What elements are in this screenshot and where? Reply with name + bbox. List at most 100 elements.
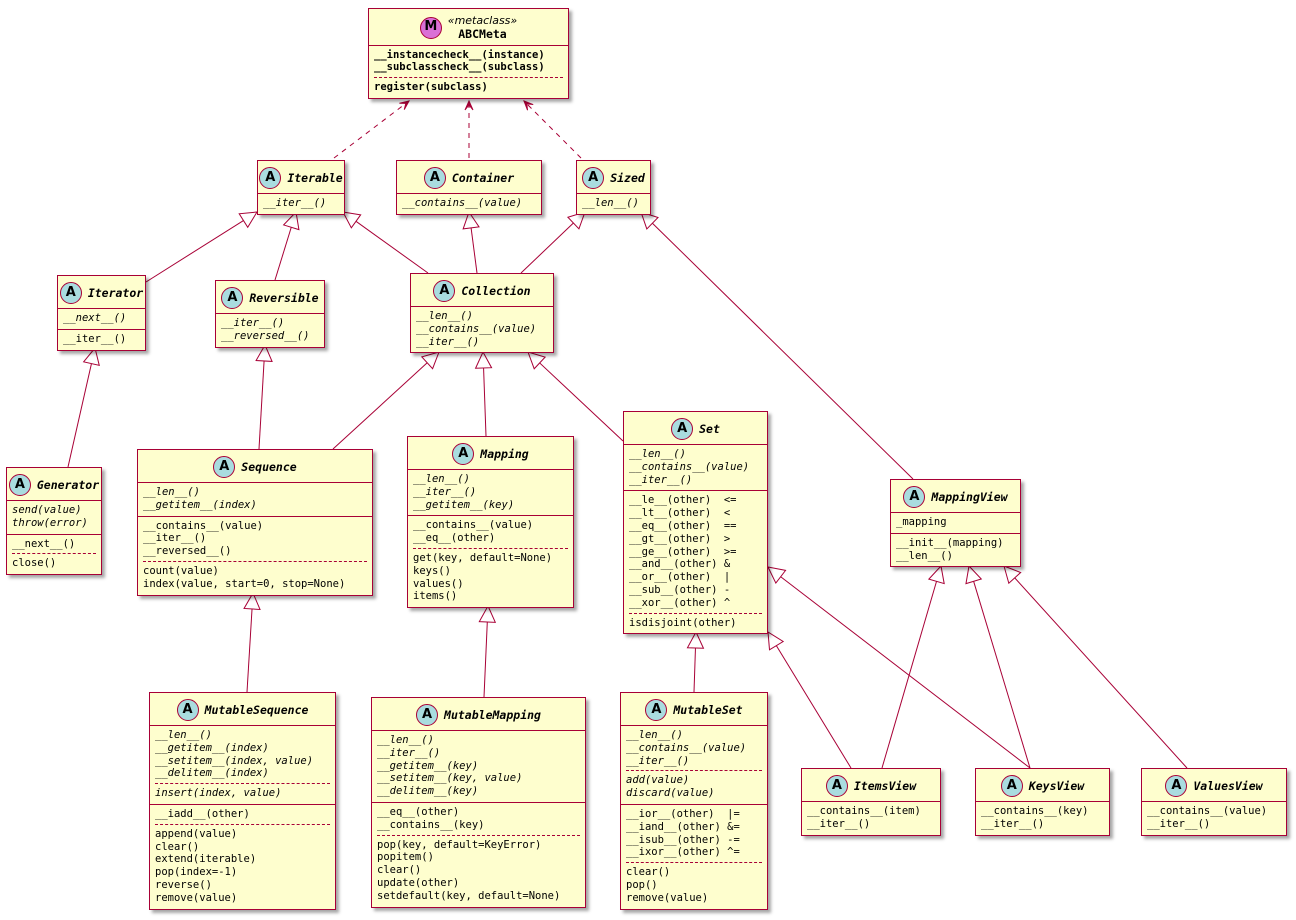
class-iterable: A Iterable __iter__() [257,160,345,215]
member-group: __instancecheck__(instance) __subclassche… [374,49,563,75]
inheritance-edge-keysview-to-mappingview [965,564,1031,769]
member: __ge__(other) >= [629,545,737,558]
member: extend(iterable) [155,853,257,866]
member: __gt__(other) > [629,532,731,545]
class-name: ValuesView [1193,778,1263,793]
dependency-edge-sized-to-abcmeta [523,100,582,159]
class-compartment: __le__(other) <= __lt__(other) < __eq__(ot… [624,490,767,633]
member: __contains__(value) [143,519,264,532]
member: __contains__(key) [981,805,1089,817]
abstract-class-badge-icon: A [903,486,926,508]
inheritance-arrowhead-icon [342,211,362,229]
member: __iter__() [1147,817,1211,830]
member-group: insert(index, value) [155,783,330,800]
abstract-member: __delitem__(key) [377,785,479,798]
class-compartment: __len__() [577,193,650,214]
class-compartment: send(value) throw(error) [7,500,101,534]
class-compartment: __iter__() __reversed__() [216,313,324,347]
class-name: ItemsView [853,778,917,793]
inheritance-arrowhead-icon [767,566,787,585]
class-header: A Iterator [58,276,145,308]
abstract-member: __reversed__() [221,329,310,342]
member-group: __iter__() [63,333,140,346]
inheritance-edge-collection-to-container [462,210,480,274]
member: pop(index=-1) [155,866,238,879]
class-name: Iterator [87,285,144,300]
class-header: A MutableSet [621,693,767,725]
class-compartment: __next__() [58,308,145,329]
member: __xor__(other) ^ [629,596,731,609]
class-compartment: __len__() __contains__(value) __iter__() [624,444,767,490]
abstract-member: __setitem__(key, value) [377,772,523,785]
inheritance-arrowhead-icon [420,351,440,370]
inheritance-edge-iterator-to-iterable [145,211,258,283]
member: register(subclass) [374,81,488,94]
member: clear() [155,840,200,853]
class-keysview: A KeysView __contains__(key) __iter__() [975,768,1110,836]
member-group: count(value) index(value, start=0, stop=N… [143,560,367,591]
abstract-member: __iter__() [377,746,441,759]
inheritance-arrowhead-icon [686,630,705,649]
class-compartment: __len__() __iter__() __getitem__(key) __set… [372,730,585,802]
abstract-member: send(value) [12,504,82,516]
inheritance-edge-collection-to-sized [520,211,586,274]
member-group: __contains__(value) __iter__() __reversed_… [143,520,367,558]
member: __len__() [896,549,953,562]
class-compartment: __len__() __iter__() __getitem__(key) [408,469,573,515]
class-stereotype: «metaclass» [447,14,518,27]
abstract-member: __iter__() [629,473,693,486]
member: __iadd__(other) [155,807,250,820]
inheritance-arrowhead-icon [965,564,983,585]
abstract-member: add(value) [626,774,690,787]
member-group: __iter__() [263,197,339,210]
abstract-class-badge-icon: A [423,167,446,189]
inheritance-edge-mutablesequence-to-sequence [243,591,261,693]
member: __iter__() [807,817,871,830]
member: index(value, start=0, stop=None) [143,577,346,590]
member: remove(value) [626,891,709,904]
class-header: A MutableSequence [150,693,335,725]
abstract-class-badge-icon: A [416,704,439,726]
class-itemsview: A ItemsView __contains__(item) __iter__() [801,768,941,836]
member-group: _mapping [896,516,1015,529]
class-collection: A Collection __len__() __contains__(value) _… [410,273,554,354]
class-header: A MappingView [891,480,1020,512]
member: __iter__() [981,817,1045,830]
abstract-member: __setitem__(index, value) [155,754,314,767]
class-name: Sequence [241,459,297,474]
member: clear() [377,864,422,877]
member: __contains__(item) [807,805,921,817]
member: __ixor__(other) ^= [626,846,740,859]
abstract-member: __len__() [377,734,434,746]
inheritance-edge-sequence-to-reversible [255,343,273,450]
class-mutablesequence: A MutableSequence __len__() __getitem__(ind… [149,692,336,910]
member-group: __len__() __iter__() __getitem__(key) __set… [377,734,580,798]
member-group: send(value) throw(error) [12,504,96,530]
abstract-class-badge-icon: A [8,474,31,496]
member-group: close() [12,553,96,570]
class-compartment: __contains__(value) __iter__() __reversed_… [138,515,372,595]
abstract-class-badge-icon: A [213,456,236,478]
member-group: isdisjoint(other) [629,612,762,630]
member-group: append(value) clear() extend(iterable) pop(… [155,823,330,905]
inheritance-edge-itemsview-to-set [767,631,852,769]
class-reversible: A Reversible __iter__() __reversed__() [215,280,325,348]
member: __iand__(other) &= [626,820,740,833]
inheritance-arrowhead-icon [238,211,258,229]
class-abcmeta: M «metaclass» ABCMeta __instancecheck__(ins… [368,8,569,99]
member: __lt__(other) < [629,507,731,520]
abstract-class-badge-icon: A [1000,775,1023,797]
abstract-member: __next__() [63,312,127,324]
class-name: Mapping [480,446,529,461]
inheritance-edge-mutableset-to-set [686,630,705,693]
class-mapping: A Mapping __len__() __iter__() __getitem__(k… [407,436,574,609]
class-sequence: A Sequence __len__() __getitem__(index) __co… [137,449,373,596]
abstract-member: __len__() [582,197,639,209]
member: pop(key, default=KeyError) [377,838,542,851]
class-header: A Container [397,161,541,193]
abstract-member: __delitem__(index) [155,767,269,780]
class-header: A KeysView [976,769,1109,801]
abstract-member: __len__() [413,473,470,485]
inheritance-arrowhead-icon [767,631,785,651]
member-group: __len__() __contains__(value) __iter__() [626,729,762,767]
